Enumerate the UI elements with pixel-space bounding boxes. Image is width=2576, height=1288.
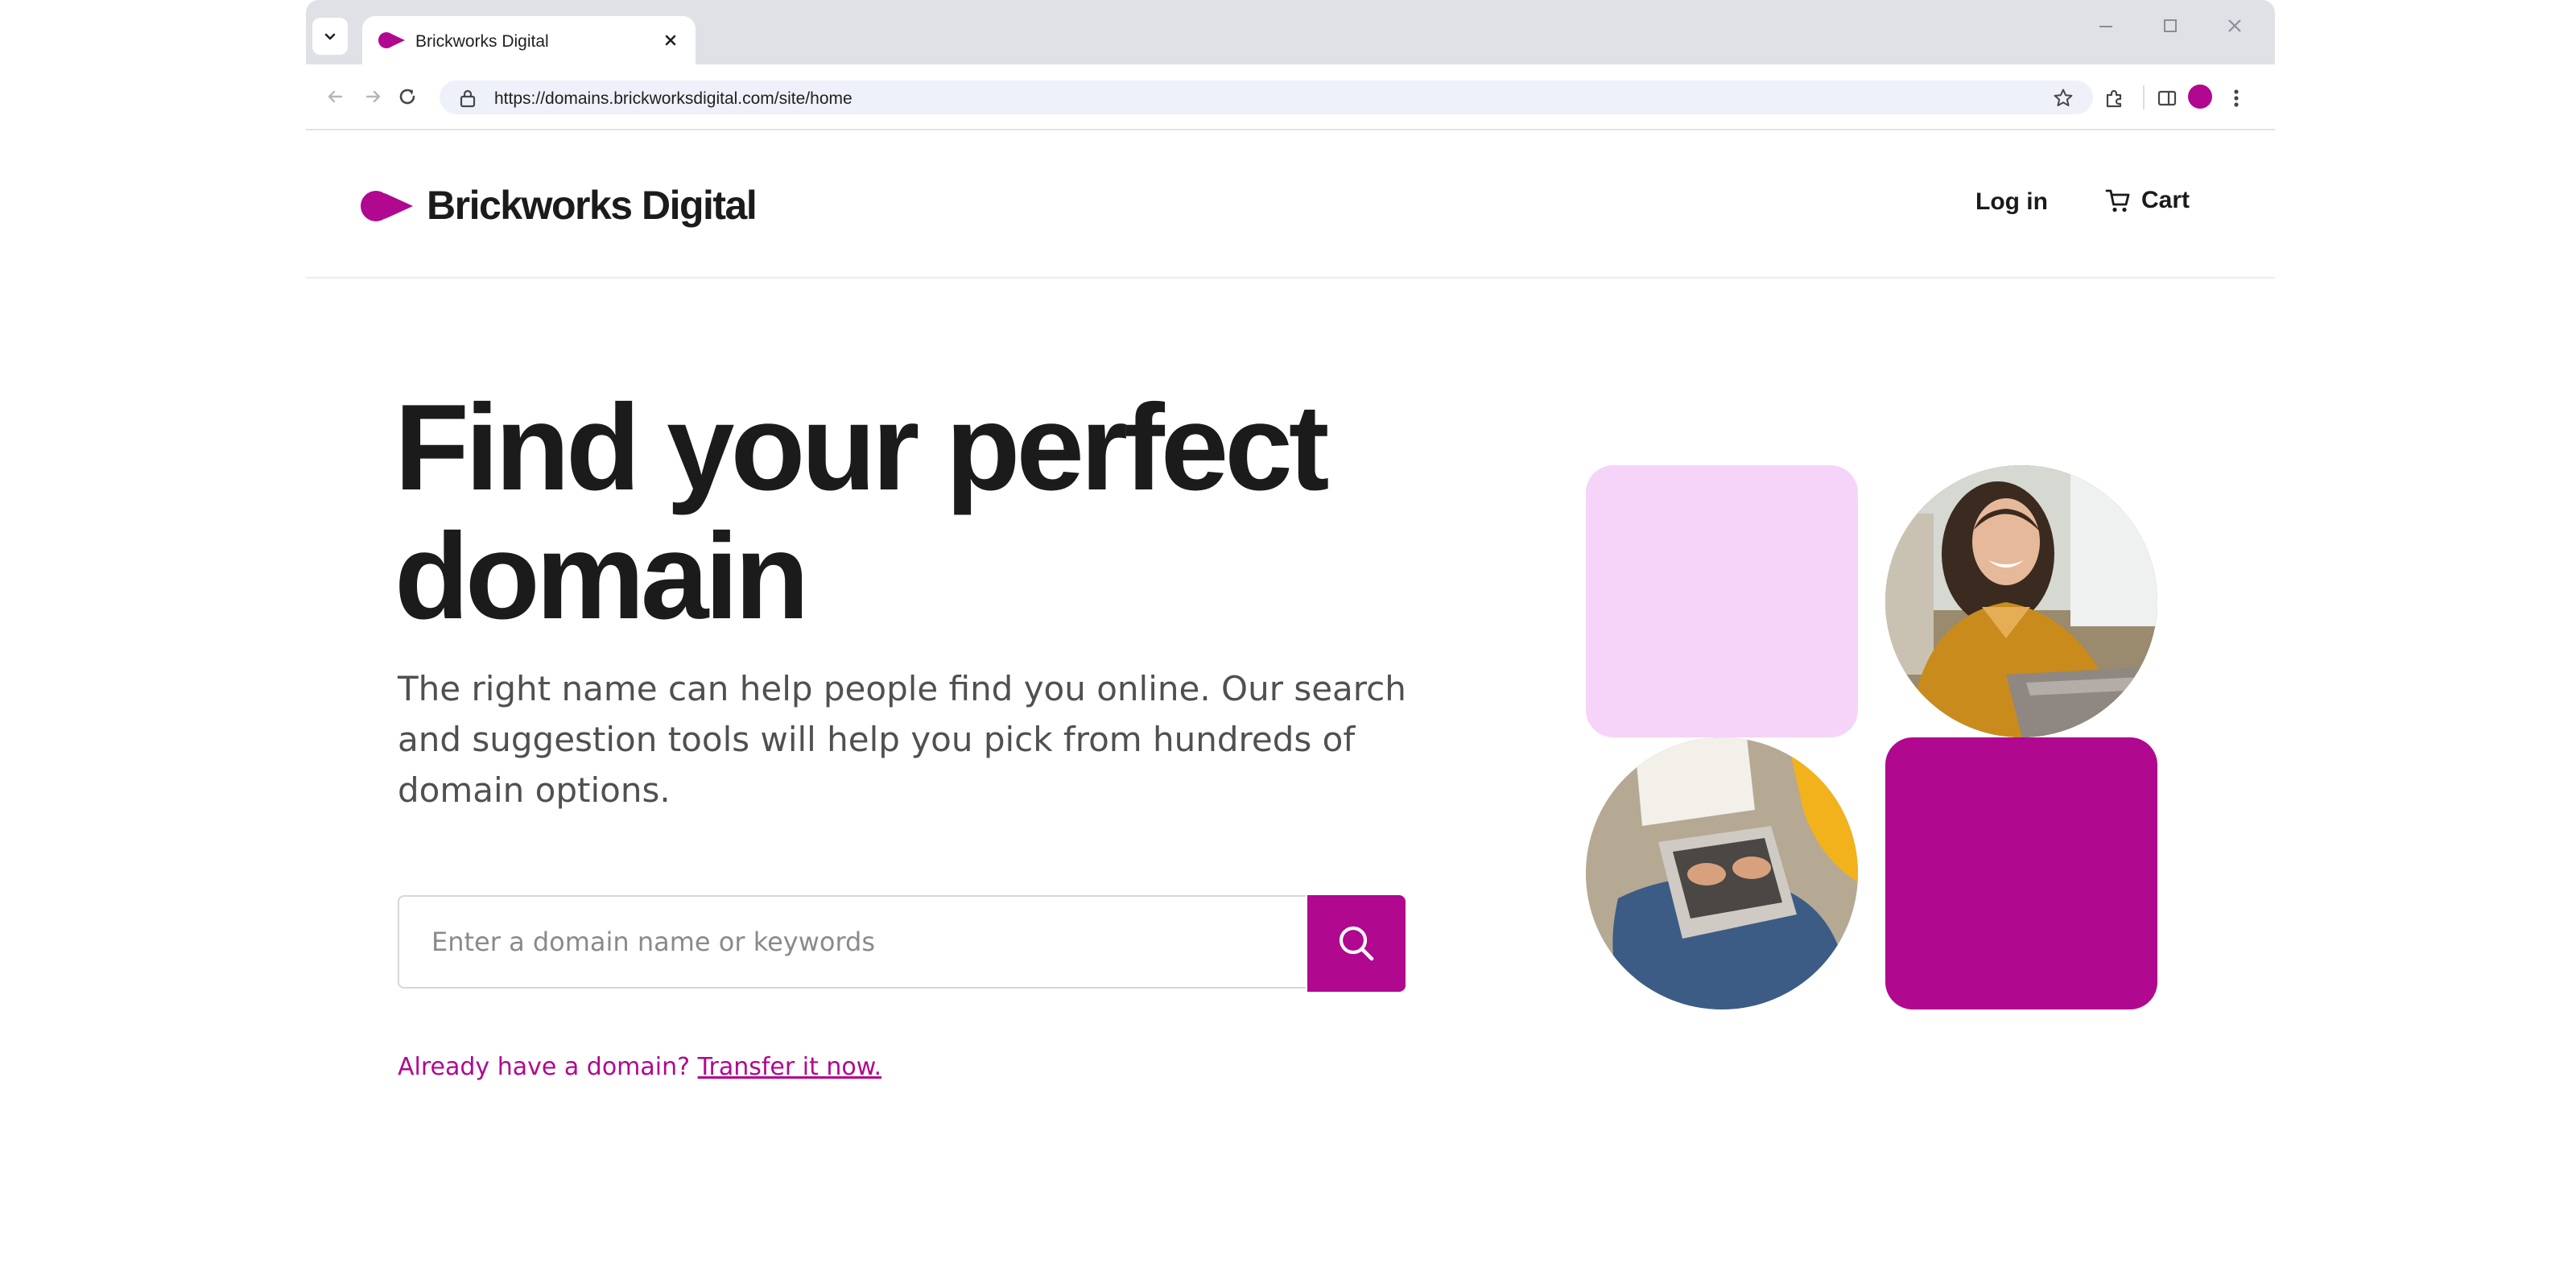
- address-bar[interactable]: https://domains.brickworksdigital.com/si…: [440, 80, 2093, 114]
- woman-with-laptop-image: [1885, 465, 2157, 737]
- url-text[interactable]: https://domains.brickworksdigital.com/si…: [494, 89, 852, 109]
- browser-window: Brickworks Digital https://domains.brick…: [306, 0, 2275, 1288]
- brickworks-favicon-icon: [378, 32, 405, 48]
- domain-search-input[interactable]: [398, 895, 1306, 989]
- back-arrow-icon[interactable]: [324, 85, 346, 108]
- cart-label: Cart: [2141, 187, 2190, 213]
- window-close-icon[interactable]: [2223, 14, 2246, 37]
- cart-icon: [2105, 189, 2130, 213]
- close-icon[interactable]: [661, 31, 680, 50]
- transfer-prompt-text: Already have a domain?: [398, 1053, 691, 1081]
- browser-toolbar: https://domains.brickworksdigital.com/si…: [306, 64, 2275, 130]
- lock-icon[interactable]: [459, 89, 477, 108]
- side-panel-icon[interactable]: [2156, 87, 2178, 109]
- minimize-icon[interactable]: [2095, 14, 2117, 37]
- toolbar-divider: [2143, 85, 2145, 109]
- search-icon: [1339, 926, 1374, 961]
- hero-description: The right name can help people find you …: [398, 669, 1406, 810]
- tab-strip: Brickworks Digital: [306, 0, 2275, 64]
- browser-tab[interactable]: Brickworks Digital: [362, 16, 696, 64]
- maximize-icon[interactable]: [2159, 14, 2182, 37]
- person-typing-laptop-image: [1586, 737, 1858, 1009]
- star-icon[interactable]: [2053, 88, 2074, 109]
- cart-link[interactable]: Cart: [2104, 187, 2190, 214]
- site-header: Brickworks Digital Log in Cart: [306, 130, 2275, 279]
- hero-title: Find your perfect domain: [394, 379, 1329, 645]
- kebab-menu-icon[interactable]: [2231, 87, 2241, 109]
- brickworks-logo-icon[interactable]: [361, 190, 414, 222]
- brand-name[interactable]: Brickworks Digital: [427, 182, 758, 229]
- reload-icon[interactable]: [396, 85, 419, 108]
- tab-title: Brickworks Digital: [415, 32, 549, 51]
- tab-search-button[interactable]: [312, 18, 348, 55]
- magenta-tile: [1885, 737, 2157, 1009]
- pink-tile: [1586, 465, 1858, 737]
- puzzle-icon[interactable]: [2103, 87, 2125, 109]
- login-link[interactable]: Log in: [1975, 188, 2048, 216]
- forward-arrow-icon[interactable]: [362, 85, 385, 108]
- transfer-link[interactable]: Transfer it now.: [698, 1053, 882, 1081]
- search-button[interactable]: [1307, 895, 1406, 992]
- transfer-prompt: Already have a domain? Transfer it now.: [398, 1053, 881, 1081]
- chevron-down-icon: [324, 33, 336, 40]
- profile-avatar[interactable]: [2188, 85, 2212, 109]
